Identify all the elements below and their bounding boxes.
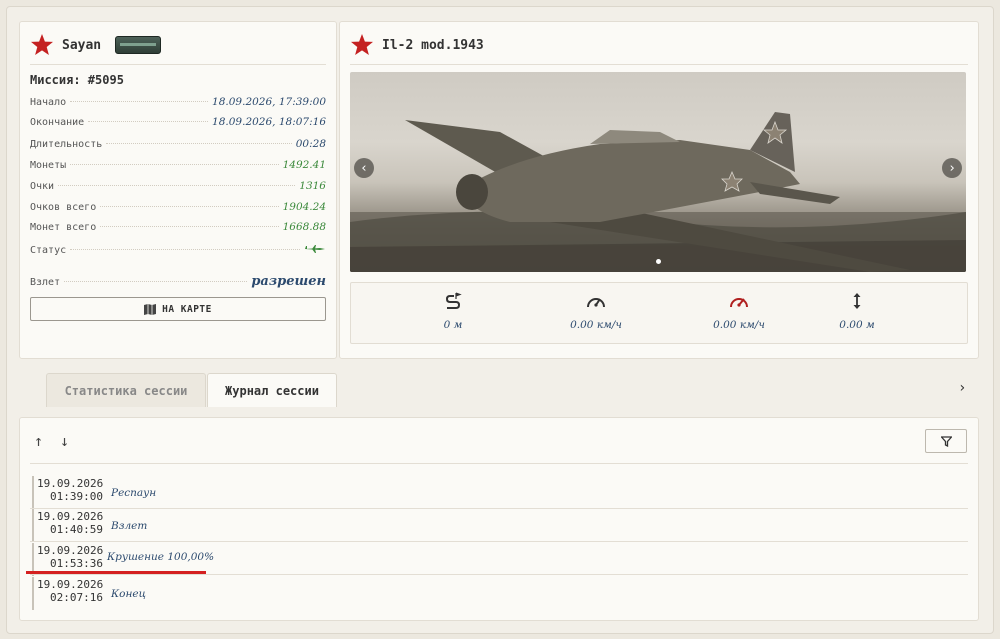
aircraft-photo: [350, 112, 966, 272]
altitude-icon: [853, 293, 861, 309]
tab-session-log[interactable]: Журнал сессии: [207, 373, 337, 407]
info-value: 18.09.2026, 18:07:16: [212, 116, 326, 128]
map-icon: [144, 303, 157, 315]
info-row-status: Статус: [30, 245, 326, 261]
show-on-map-button[interactable]: НА КАРТЕ: [30, 297, 326, 321]
pilot-card: Sayan Миссия: #5095 Начало 18.09.2026, 1…: [19, 21, 337, 359]
info-value: 1904.24: [282, 201, 326, 213]
log-time: 01:53:36: [50, 557, 103, 570]
info-row-coins: Монеты 1492.41: [30, 159, 326, 175]
divider: [30, 463, 968, 464]
log-timestamp: 19.09.2026 02:07:16: [37, 578, 103, 604]
stat-max-speed: 0.00 км/ч: [679, 291, 799, 331]
info-value: 1492.41: [282, 159, 326, 171]
info-label: Окончание: [30, 117, 85, 128]
log-time: 01:40:59: [50, 523, 103, 536]
info-label: Очков всего: [30, 202, 97, 213]
info-label: Взлет: [30, 277, 61, 288]
stat-value: 0.00 м: [839, 319, 875, 331]
info-label: Монеты: [30, 160, 67, 171]
log-entry: 19.09.2026 01:39:00 Респаун: [32, 476, 968, 509]
takeoff-status: разрешен: [251, 274, 326, 289]
log-time: 01:39:00: [50, 490, 103, 503]
divider: [30, 574, 968, 575]
aircraft-name: Il-2 mod.1943: [382, 37, 484, 53]
info-row-takeoff: Взлет разрешен: [30, 274, 326, 290]
distance-icon: [445, 292, 462, 309]
log-date: 19.09.2026: [37, 477, 104, 490]
red-star-icon: [31, 34, 53, 55]
highlight-underline: [26, 571, 206, 574]
log-time: 02:07:16: [50, 591, 103, 604]
sort-ascending-icon[interactable]: ↑: [34, 432, 43, 450]
log-entry: 19.09.2026 02:07:16 Конец: [32, 577, 968, 610]
pilot-header: Sayan: [30, 32, 162, 58]
stat-speed: 0.00 км/ч: [536, 291, 656, 331]
info-value: 00:28: [295, 138, 326, 150]
mission-id: Миссия: #5095: [30, 73, 124, 87]
pilot-name: Sayan: [62, 37, 102, 53]
speedometer-icon: [587, 298, 605, 308]
rank-insignia-icon: [115, 36, 162, 54]
stat-value: 0.00 км/ч: [570, 319, 622, 331]
info-row-end: Окончание 18.09.2026, 18:07:16: [30, 116, 326, 132]
tab-label: Журнал сессии: [225, 383, 319, 398]
tabs-next-chevron-icon[interactable]: ›: [958, 380, 966, 396]
info-row-coins-total: Монет всего 1668.88: [30, 221, 326, 237]
info-row-duration: Длительность 00:28: [30, 138, 326, 154]
flight-stats-panel: 0 м 0.00 км/ч 0.00 км/ч 0.00 м: [350, 282, 968, 344]
aircraft-photo-carousel[interactable]: ‹ ›: [350, 72, 966, 272]
info-label: Очки: [30, 181, 55, 192]
max-speed-icon: [730, 298, 748, 308]
carousel-indicator[interactable]: [656, 259, 661, 264]
map-button-label: НА КАРТЕ: [162, 303, 212, 315]
info-label: Монет всего: [30, 222, 97, 233]
divider: [30, 541, 968, 542]
log-timestamp: 19.09.2026 01:53:36: [37, 544, 103, 570]
log-entry: 19.09.2026 01:40:59 Взлет: [32, 509, 968, 542]
info-value: 18.09.2026, 17:39:00: [212, 96, 326, 108]
carousel-prev-button[interactable]: ‹: [354, 158, 374, 178]
carousel-next-button[interactable]: ›: [942, 158, 962, 178]
log-event: Респаун: [111, 487, 157, 499]
info-label: Начало: [30, 97, 67, 108]
session-log-panel: ↑ ↓ 19.09.2026 01:39:00 Респаун 19.09.20…: [19, 417, 979, 621]
plane-status-icon: [305, 245, 325, 253]
log-date: 19.09.2026: [37, 510, 104, 523]
info-row-start: Начало 18.09.2026, 17:39:00: [30, 96, 326, 112]
info-row-points: Очки 1316: [30, 180, 326, 196]
filter-button[interactable]: [925, 429, 967, 453]
divider: [30, 64, 326, 65]
tab-label: Статистика сессии: [64, 383, 188, 398]
log-event: Крушение 100,00%: [107, 551, 215, 563]
stat-distance: 0 м: [393, 291, 513, 331]
info-value: 1316: [299, 180, 326, 192]
log-event: Конец: [111, 588, 146, 600]
info-label: Статус: [30, 245, 67, 256]
divider: [350, 64, 968, 65]
info-value: 1668.88: [282, 221, 326, 233]
info-label: Длительность: [30, 139, 103, 150]
log-timestamp: 19.09.2026 01:39:00: [37, 477, 103, 503]
log-event: Взлет: [111, 520, 148, 532]
log-timestamp: 19.09.2026 01:40:59: [37, 510, 103, 536]
sort-descending-icon[interactable]: ↓: [60, 432, 69, 450]
stat-altitude: 0.00 м: [797, 291, 917, 331]
red-star-icon: [351, 34, 373, 55]
aircraft-card: Il-2 mod.1943 ‹ › 0 м 0.00 км/ч 0.00 км/…: [339, 21, 979, 359]
aircraft-header: Il-2 mod.1943: [350, 32, 484, 58]
stat-value: 0 м: [443, 319, 463, 331]
info-row-points-total: Очков всего 1904.24: [30, 201, 326, 217]
stat-value: 0.00 км/ч: [713, 319, 765, 331]
log-date: 19.09.2026: [37, 578, 104, 591]
filter-icon: [940, 435, 952, 447]
tab-session-stats[interactable]: Статистика сессии: [46, 373, 206, 407]
log-date: 19.09.2026: [37, 544, 104, 557]
